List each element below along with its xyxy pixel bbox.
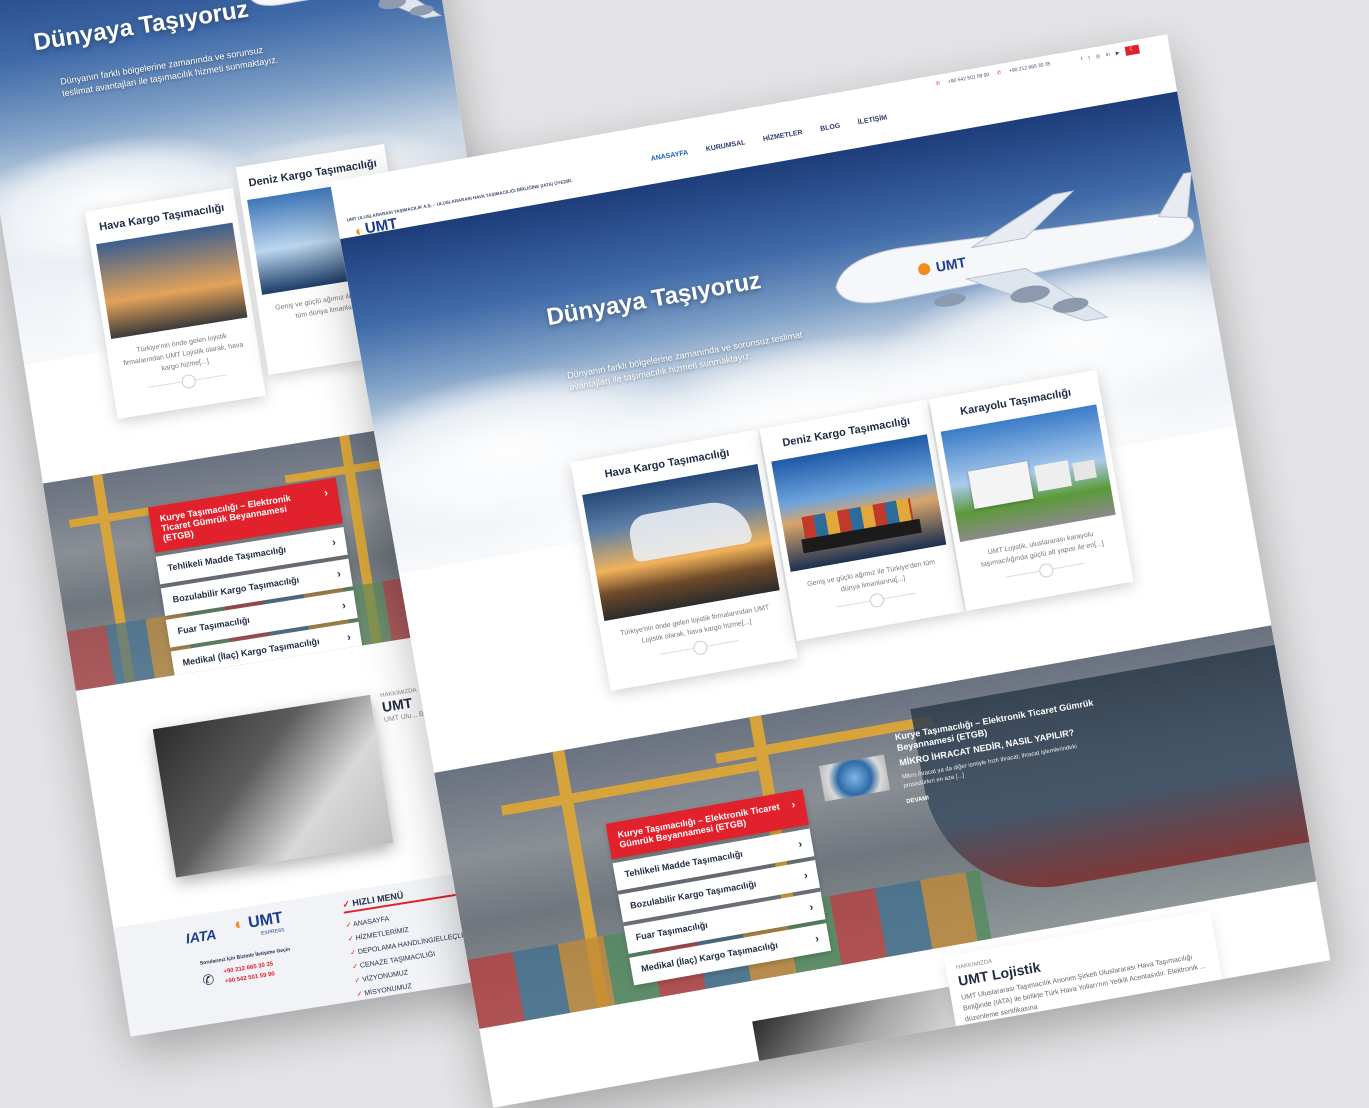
hero-subtitle: Dünyanın farklı bölgelerine zamanında ve… [59, 44, 279, 99]
instagram-icon[interactable]: ◎ [1095, 53, 1100, 60]
nav-anasayfa[interactable]: ANASAYFA [650, 149, 689, 162]
turkish-flag-icon[interactable]: ☾ [1124, 44, 1140, 56]
chevron-right-icon: › [790, 798, 797, 812]
chevron-right-icon: › [336, 568, 342, 581]
about-laptop-image [152, 694, 394, 878]
front-page-mockup: ✆ +90 542 501 59 90 ✆ +90 212 665 30 35 … [330, 34, 1331, 1108]
post-thumbnail[interactable] [818, 754, 891, 802]
facebook-icon[interactable]: f [1081, 56, 1083, 62]
topbar-contact: ✆ +90 542 501 59 90 ✆ +90 212 665 30 35 [936, 61, 1051, 87]
nav-kurumsal[interactable]: KURUMSAL [705, 139, 746, 153]
linkedin-icon[interactable]: in [1105, 51, 1110, 58]
hero-title: Dünyaya Taşıyoruz [544, 266, 763, 332]
about-image [752, 986, 960, 1081]
chevron-right-icon: › [797, 838, 804, 851]
services-menu: Kurye Taşımacılığı – Elektronik Ticaret … [605, 789, 832, 989]
chevron-right-icon: › [808, 901, 815, 914]
phone-icon: ✆ [201, 970, 216, 989]
topbar-phone-1[interactable]: +90 542 501 59 90 [948, 72, 990, 85]
chevron-right-icon: › [341, 599, 347, 613]
contact-label: Sorularınız İçin Bizimle İletişime Geçin [199, 946, 291, 967]
chevron-right-icon: › [346, 631, 352, 644]
service-card-air[interactable]: Hava Kargo Taşımacılığı Türkiye'nin önde… [570, 429, 798, 691]
chevron-right-icon: › [323, 487, 329, 500]
phone-icon: ✆ [935, 80, 941, 88]
chevron-right-icon: › [814, 932, 820, 946]
chevron-right-icon: › [803, 869, 809, 883]
hero-title: Dünyaya Taşıyoruz [31, 0, 251, 57]
youtube-icon[interactable]: ▶ [1115, 49, 1120, 56]
chevron-right-icon: › [331, 536, 337, 549]
umt-mark-icon: ◐ [233, 915, 246, 934]
services-menu: Kurye Taşımacılığı – Elektronik Ticaret … [147, 477, 364, 684]
twitter-icon[interactable]: t [1088, 55, 1090, 61]
social-links: f t ◎ in ▶ ☾ [1080, 44, 1140, 64]
nav-iletisim[interactable]: İLETİŞİM [857, 114, 887, 126]
phone-icon: ✆ [996, 69, 1002, 77]
iata-logo: IATA [184, 926, 218, 947]
topbar-phone-2[interactable]: +90 212 665 30 35 [1009, 61, 1051, 74]
umt-express-logo: ◐ UMT EXPRESS [233, 909, 286, 937]
nav-hizmetler[interactable]: HİZMETLER [763, 129, 804, 143]
nav-blog[interactable]: BLOG [820, 123, 841, 133]
